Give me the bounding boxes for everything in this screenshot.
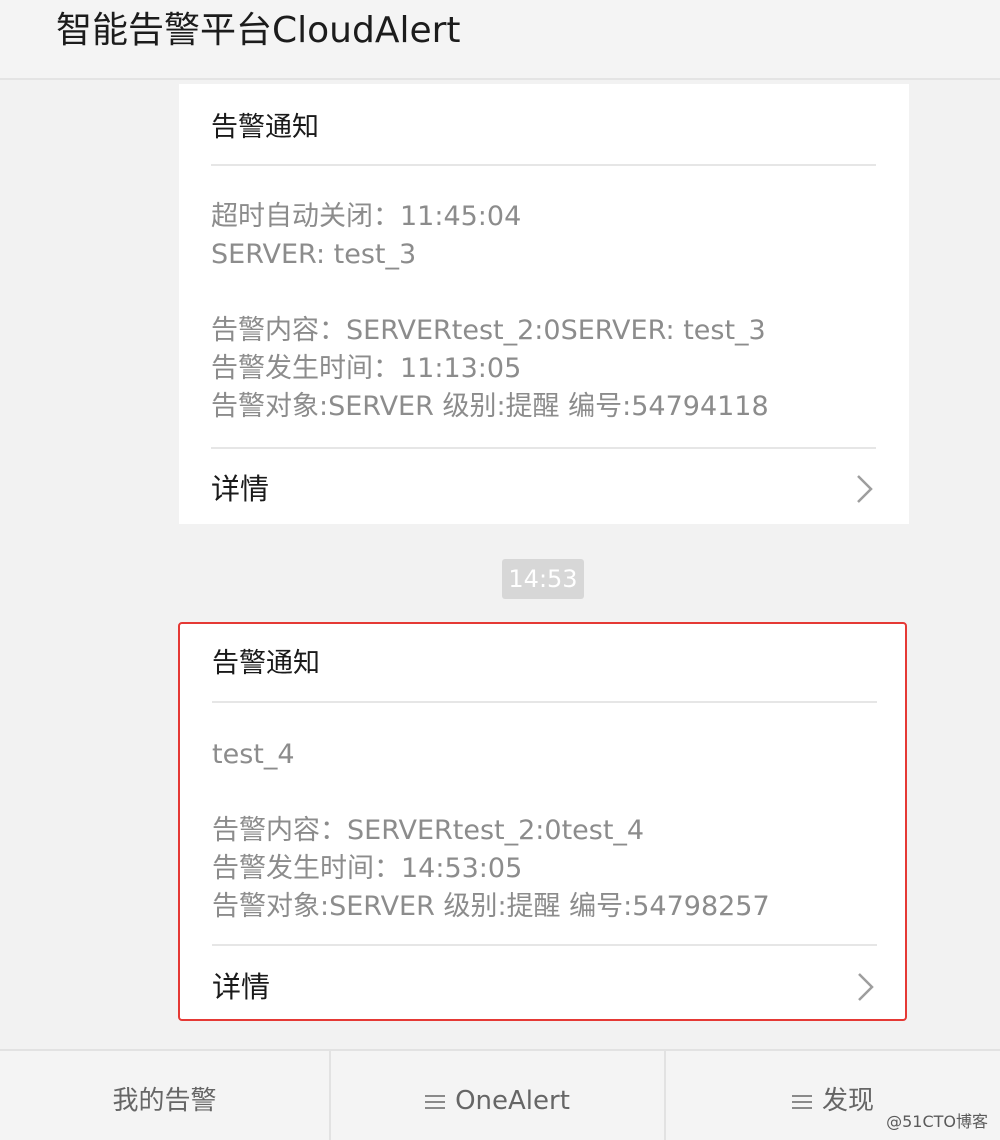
bottom-menu-bar: 我的告警 OneAlert 发现 @51CTO博客: [0, 1049, 1000, 1140]
card-title: 告警通知: [211, 112, 319, 143]
divider: [211, 447, 876, 449]
details-label: 详情: [211, 472, 270, 506]
body-line: 告警内容：SERVERtest_2:0SERVER: test_3: [211, 315, 766, 346]
alert-message-card-highlighted: 告警通知 test_4 告警内容：SERVERtest_2:0test_4 告警…: [178, 622, 907, 1021]
header-bar: 智能告警平台CloudAlert: [0, 0, 1000, 80]
card-title: 告警通知: [212, 648, 320, 679]
tab-label: 发现: [821, 1086, 874, 1116]
watermark: @51CTO博客: [886, 1112, 988, 1131]
body-line: test_4: [212, 739, 295, 770]
chat-page: 智能告警平台CloudAlert 告警通知 超时自动关闭：11:45:04 SE…: [0, 0, 1000, 1140]
details-link[interactable]: 详情: [211, 459, 876, 519]
menu-icon: [791, 1095, 812, 1109]
details-label: 详情: [212, 970, 271, 1004]
time-separator: 14:53: [502, 559, 584, 599]
body-line: 告警对象:SERVER 级别:提醒 编号:54798257: [212, 891, 770, 922]
tab-label: OneAlert: [455, 1086, 570, 1116]
divider: [211, 164, 876, 166]
chevron-right-icon: [858, 973, 874, 1001]
tab-label: 我的告警: [112, 1086, 217, 1116]
details-link[interactable]: 详情: [212, 957, 877, 1017]
divider: [212, 701, 877, 703]
menu-icon: [425, 1095, 446, 1109]
page-title: 智能告警平台CloudAlert: [56, 10, 461, 51]
body-line: 告警内容：SERVERtest_2:0test_4: [212, 815, 645, 846]
body-line: 告警发生时间：11:13:05: [211, 353, 522, 384]
body-line: 告警对象:SERVER 级别:提醒 编号:54794118: [211, 391, 769, 422]
chevron-right-icon: [857, 475, 873, 503]
body-line: 超时自动关闭：11:45:04: [211, 201, 522, 232]
divider: [212, 944, 877, 946]
body-line: SERVER: test_3: [211, 239, 417, 270]
card-body: test_4 告警内容：SERVERtest_2:0test_4 告警发生时间：…: [212, 736, 877, 926]
tab-onealert[interactable]: OneAlert: [331, 1051, 666, 1140]
card-body: 超时自动关闭：11:45:04 SERVER: test_3 告警内容：SERV…: [211, 198, 876, 426]
body-line: 告警发生时间：14:53:05: [212, 853, 523, 884]
tab-my-alerts[interactable]: 我的告警: [0, 1051, 331, 1140]
alert-message-card: 告警通知 超时自动关闭：11:45:04 SERVER: test_3 告警内容…: [179, 84, 909, 524]
